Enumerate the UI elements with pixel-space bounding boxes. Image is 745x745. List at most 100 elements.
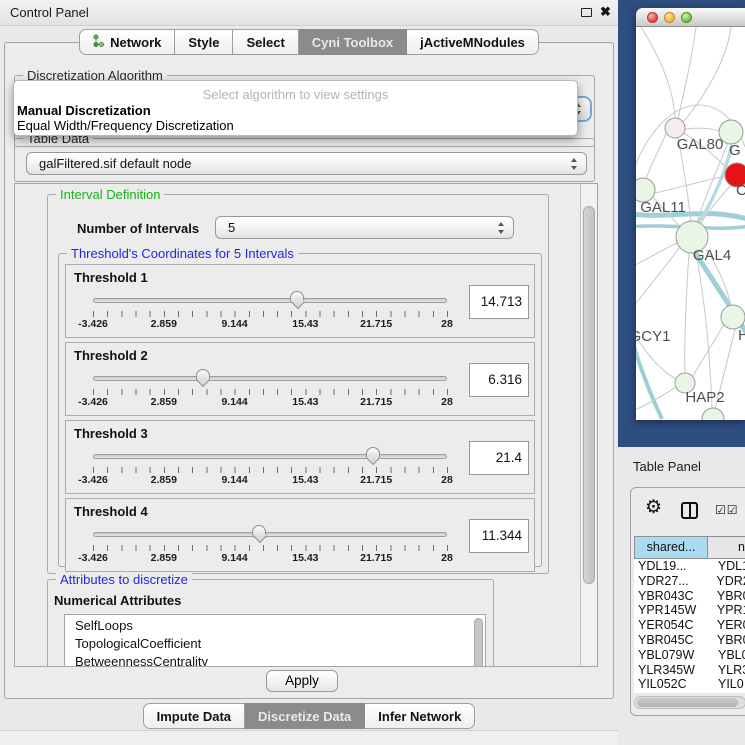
- threshold-value-field[interactable]: 11.344: [469, 519, 529, 553]
- attribute-item[interactable]: TopologicalCoefficient: [65, 635, 485, 653]
- table-row[interactable]: YIL052CYIL0: [634, 677, 745, 692]
- num-intervals-combobox[interactable]: 5: [215, 216, 514, 239]
- threshold-value-field[interactable]: 21.4: [469, 441, 529, 475]
- table-panel: ⚙ ☑☑ shared...na YDL19...YDL1YDR27...YDR…: [630, 487, 745, 716]
- tab-style[interactable]: Style: [175, 29, 233, 55]
- close-icon[interactable]: ✖: [600, 4, 611, 20]
- network-desktop: GAL80GCGAL11GAL4GCY1HHAP2: [618, 0, 745, 447]
- network-node[interactable]: [702, 408, 724, 420]
- tab-cyni-toolbox[interactable]: Cyni Toolbox: [299, 29, 407, 55]
- threshold-slider[interactable]: [93, 532, 447, 537]
- slider-thumb[interactable]: [290, 291, 304, 302]
- network-node-label: GAL11: [640, 199, 686, 216]
- network-canvas[interactable]: GAL80GCGAL11GAL4GCY1HHAP2: [636, 27, 745, 420]
- network-node-label: H: [738, 327, 745, 344]
- bottom-tab-impute-data[interactable]: Impute Data: [143, 703, 245, 729]
- tab-select[interactable]: Select: [233, 29, 298, 55]
- tick-label: 21.715: [360, 396, 392, 408]
- bottom-strip: [0, 731, 618, 745]
- columns-icon[interactable]: [681, 502, 698, 519]
- table-row[interactable]: YER054CYER0: [634, 618, 745, 633]
- close-traffic-light-icon[interactable]: [647, 12, 658, 23]
- tick-label: 2.859: [151, 552, 177, 564]
- thresholds-groupbox: Threshold's Coordinates for 5 Intervals …: [58, 253, 542, 567]
- tick-labels: -3.4262.8599.14415.4321.71528: [93, 318, 447, 331]
- tick-label: 28: [441, 474, 453, 486]
- threshold-value-field[interactable]: 6.316: [469, 363, 529, 397]
- network-node[interactable]: [719, 120, 743, 144]
- gear-icon[interactable]: ⚙: [645, 496, 662, 519]
- float-window-icon[interactable]: [581, 8, 592, 17]
- table-row[interactable]: YDL19...YDL1: [634, 559, 745, 574]
- combo-spinner-icon: [498, 222, 505, 234]
- tick-label: 15.43: [292, 396, 318, 408]
- interval-definition-title: Interval Definition: [56, 187, 164, 202]
- tab-label: Discretize Data: [258, 709, 351, 724]
- network-node-label: GAL4: [693, 247, 731, 264]
- table-row[interactable]: YBR045CYBR0: [634, 633, 745, 648]
- tab-jactivemnodules[interactable]: jActiveMNodules: [407, 29, 539, 55]
- slider-thumb[interactable]: [196, 369, 210, 380]
- combo-spinner-icon: [571, 158, 578, 170]
- bottom-tab-discretize-data[interactable]: Discretize Data: [245, 703, 365, 729]
- numerical-attributes-list[interactable]: SelfLoopsTopologicalCoefficientBetweenne…: [64, 614, 486, 667]
- slider-ticks: [93, 389, 448, 395]
- tab-label: Select: [246, 35, 284, 50]
- table-row[interactable]: YBR043CYBR0: [634, 589, 745, 604]
- slider-ticks: [93, 545, 448, 551]
- tick-label: -3.426: [78, 552, 108, 564]
- algorithm-popup-hint: Select algorithm to view settings: [14, 87, 577, 102]
- threshold-label: Threshold 4: [74, 504, 148, 519]
- algorithm-option[interactable]: Equal Width/Frequency Discretization: [17, 118, 234, 133]
- table-cell: YPR145W: [634, 603, 707, 618]
- network-node[interactable]: [721, 305, 745, 329]
- attribute-items: SelfLoopsTopologicalCoefficientBetweenne…: [65, 615, 485, 667]
- tick-label: 2.859: [151, 474, 177, 486]
- attribute-item[interactable]: BetweennessCentrality: [65, 653, 485, 667]
- settings-scrollbar-thumb[interactable]: [583, 206, 595, 584]
- select-columns-checkboxes-icon[interactable]: ☑☑: [715, 503, 739, 517]
- threshold-value-field[interactable]: 14.713: [469, 285, 529, 319]
- table-row[interactable]: YBL079WYBL0: [634, 648, 745, 663]
- table-cell: YBR0: [707, 633, 745, 648]
- table-cell: YLR345W: [634, 663, 708, 678]
- tick-label: -3.426: [78, 318, 108, 330]
- table-horizontal-scrollbar[interactable]: [634, 696, 745, 709]
- table-panel-title: Table Panel: [633, 459, 701, 474]
- table-data-combobox-value: galFiltered.sif default node: [39, 156, 191, 171]
- tick-label: 15.43: [292, 318, 318, 330]
- network-view-window[interactable]: GAL80GCGAL11GAL4GCY1HHAP2: [636, 8, 745, 420]
- threshold-slider[interactable]: [93, 298, 447, 303]
- table-cell: YIL0: [708, 677, 744, 692]
- minimize-traffic-light-icon[interactable]: [664, 12, 675, 23]
- network-node[interactable]: [665, 118, 685, 138]
- num-intervals-label: Number of Intervals: [77, 221, 199, 236]
- network-node-label: GCY1: [636, 328, 670, 345]
- table-row[interactable]: YDR27...YDR2: [634, 574, 745, 589]
- apply-button[interactable]: Apply: [266, 670, 338, 692]
- threshold-row: Threshold 4 -3.4262.8599.14415.4321.7152…: [65, 498, 535, 572]
- slider-thumb[interactable]: [252, 525, 266, 536]
- tab-label: Infer Network: [378, 709, 461, 724]
- table-column-header[interactable]: na: [708, 536, 745, 559]
- attributes-list-scrollbar[interactable]: [474, 618, 483, 667]
- threshold-slider[interactable]: [93, 376, 447, 381]
- attribute-item[interactable]: SelfLoops: [65, 617, 485, 635]
- threshold-slider[interactable]: [93, 454, 447, 459]
- table-column-header[interactable]: shared...: [634, 536, 708, 559]
- tick-label: -3.426: [78, 396, 108, 408]
- settings-vertical-scrollbar[interactable]: [580, 184, 597, 666]
- zoom-traffic-light-icon[interactable]: [681, 12, 692, 23]
- algorithm-dropdown-popup: Select algorithm to view settings Manual…: [13, 80, 578, 136]
- algorithm-option[interactable]: Manual Discretization: [17, 103, 151, 118]
- table-row[interactable]: YLR345WYLR3: [634, 663, 745, 678]
- table-scrollbar-thumb[interactable]: [637, 698, 738, 707]
- attributes-groupbox: Attributes to discretize Numerical Attri…: [47, 579, 494, 667]
- table-data-combobox[interactable]: galFiltered.sif default node: [26, 152, 587, 175]
- slider-thumb[interactable]: [366, 447, 380, 458]
- bottom-tab-infer-network[interactable]: Infer Network: [365, 703, 475, 729]
- table-row[interactable]: YPR145WYPR1: [634, 603, 745, 618]
- network-node-label: G: [729, 142, 741, 159]
- tab-network[interactable]: Network: [79, 29, 175, 55]
- tab-label: Style: [188, 35, 219, 50]
